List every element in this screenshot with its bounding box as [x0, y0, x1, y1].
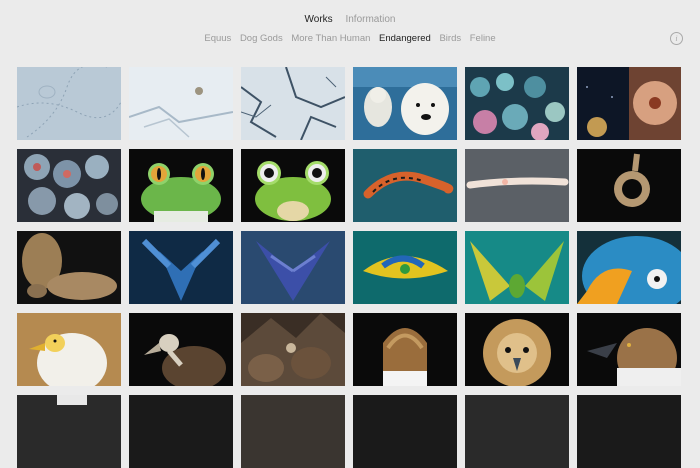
- photo-tile[interactable]: [465, 149, 569, 222]
- macaw-head-photo: [577, 231, 681, 304]
- snow-crack-photo: [129, 67, 233, 140]
- photo-partial: [241, 395, 345, 468]
- eagle-profile-photo: [577, 313, 681, 386]
- photo-tile[interactable]: [129, 231, 233, 304]
- category-dog-gods[interactable]: Dog Gods: [240, 33, 283, 44]
- blue-bird-photo: [129, 231, 233, 304]
- tree-frog-photo: [241, 149, 345, 222]
- photo-tile[interactable]: [577, 395, 681, 468]
- photo-tile[interactable]: [465, 231, 569, 304]
- photo-tile[interactable]: [17, 395, 121, 468]
- info-icon[interactable]: i: [670, 32, 683, 45]
- photo-tile[interactable]: [353, 313, 457, 386]
- category-feline[interactable]: Feline: [470, 33, 496, 44]
- photo-tile[interactable]: [577, 231, 681, 304]
- photo-partial: [353, 395, 457, 468]
- photo-tile[interactable]: [353, 231, 457, 304]
- photo-tile[interactable]: [577, 67, 681, 140]
- photo-tile[interactable]: [241, 231, 345, 304]
- photo-tile[interactable]: [17, 67, 121, 140]
- blue-macaw-photo: [241, 231, 345, 304]
- polar-bear-photo: [353, 67, 457, 140]
- photo-tile[interactable]: [129, 313, 233, 386]
- ice-tracks-photo: [17, 67, 121, 140]
- photo-tile[interactable]: [577, 149, 681, 222]
- photo-tile[interactable]: [465, 395, 569, 468]
- photo-tile[interactable]: [129, 67, 233, 140]
- category-equus[interactable]: Equus: [204, 33, 231, 44]
- photo-tile[interactable]: [241, 395, 345, 468]
- photo-tile[interactable]: [577, 313, 681, 386]
- photo-tile[interactable]: [241, 67, 345, 140]
- egyptian-vulture-photo: [17, 313, 121, 386]
- flying-parrot-photo: [353, 231, 457, 304]
- tree-frog-photo: [129, 149, 233, 222]
- photo-tile[interactable]: [241, 149, 345, 222]
- urchin-photo: [577, 67, 681, 140]
- olm-photo: [465, 149, 569, 222]
- photo-tile[interactable]: [17, 313, 121, 386]
- photo-partial: [465, 395, 569, 468]
- philippine-eagle-photo: [465, 313, 569, 386]
- photo-tile[interactable]: [241, 313, 345, 386]
- coral-reef-photo: [465, 67, 569, 140]
- salamander-photo: [353, 149, 457, 222]
- photo-tile[interactable]: [353, 395, 457, 468]
- eagle-photo: [353, 313, 457, 386]
- photo-tile[interactable]: [17, 149, 121, 222]
- photo-partial: [17, 395, 121, 468]
- photo-tile[interactable]: [129, 395, 233, 468]
- photo-tile[interactable]: [465, 313, 569, 386]
- photo-tile[interactable]: [129, 149, 233, 222]
- photo-tile[interactable]: [17, 231, 121, 304]
- pangolin-photo: [17, 231, 121, 304]
- photo-tile[interactable]: [465, 67, 569, 140]
- photo-partial: [577, 395, 681, 468]
- vulture-group-photo: [241, 313, 345, 386]
- category-birds[interactable]: Birds: [439, 33, 461, 44]
- top-nav: Works Information: [0, 14, 700, 25]
- nav-works[interactable]: Works: [305, 14, 333, 25]
- frog-eggs-photo: [17, 149, 121, 222]
- photo-tile[interactable]: [353, 67, 457, 140]
- category-nav: Equus Dog Gods More Than Human Endangere…: [0, 33, 700, 44]
- category-endangered[interactable]: Endangered: [379, 33, 431, 44]
- pangolin-coil-photo: [577, 149, 681, 222]
- photo-partial: [129, 395, 233, 468]
- vulture-photo: [129, 313, 233, 386]
- ice-floe-photo: [241, 67, 345, 140]
- photo-grid: [17, 67, 681, 468]
- category-more-than-human[interactable]: More Than Human: [291, 33, 370, 44]
- nav-information[interactable]: Information: [345, 14, 395, 25]
- photo-tile[interactable]: [353, 149, 457, 222]
- green-parrot-photo: [465, 231, 569, 304]
